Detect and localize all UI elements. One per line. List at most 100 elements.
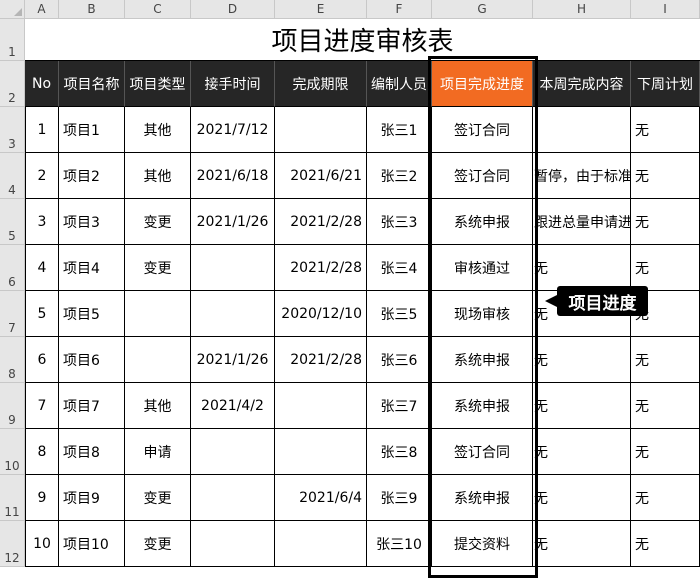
table-cell-no[interactable]: 4	[25, 245, 59, 291]
table-cell-staff[interactable]: 张三10	[367, 521, 432, 567]
table-cell-week[interactable]: 暂停，由于标准	[533, 153, 631, 199]
table-cell-next[interactable]: 无	[631, 383, 700, 429]
table-cell-staff[interactable]: 张三1	[367, 107, 432, 153]
table-cell-type[interactable]: 变更	[125, 521, 191, 567]
column-header-f[interactable]: F	[367, 0, 432, 19]
table-cell-start[interactable]	[191, 521, 275, 567]
table-cell-name[interactable]: 项目1	[59, 107, 125, 153]
table-cell-type[interactable]	[125, 337, 191, 383]
table-cell-type[interactable]: 其他	[125, 383, 191, 429]
table-cell-type[interactable]: 其他	[125, 107, 191, 153]
table-cell-start[interactable]: 2021/4/2	[191, 383, 275, 429]
row-header-10[interactable]: 10	[0, 429, 25, 475]
row-header-8[interactable]: 8	[0, 337, 25, 383]
table-cell-name[interactable]: 项目4	[59, 245, 125, 291]
table-cell-start[interactable]	[191, 429, 275, 475]
table-cell-no[interactable]: 10	[25, 521, 59, 567]
column-header-i[interactable]: I	[631, 0, 700, 19]
table-cell-staff[interactable]: 张三9	[367, 475, 432, 521]
table-cell-progress[interactable]: 签订合同	[432, 153, 533, 199]
table-cell-progress[interactable]: 系统申报	[432, 337, 533, 383]
table-cell-start[interactable]: 2021/1/26	[191, 199, 275, 245]
column-header-d[interactable]: D	[191, 0, 275, 19]
table-cell-progress[interactable]: 签订合同	[432, 429, 533, 475]
table-cell-no[interactable]: 8	[25, 429, 59, 475]
table-cell-start[interactable]	[191, 475, 275, 521]
table-cell-name[interactable]: 项目8	[59, 429, 125, 475]
table-cell-week[interactable]: 无	[533, 521, 631, 567]
table-header-cell[interactable]: 项目名称	[59, 61, 125, 107]
table-cell-no[interactable]: 6	[25, 337, 59, 383]
row-header-12[interactable]: 12	[0, 521, 25, 567]
table-cell-progress[interactable]: 签订合同	[432, 107, 533, 153]
table-cell-week[interactable]: 跟进总量申请进	[533, 199, 631, 245]
table-cell-staff[interactable]: 张三2	[367, 153, 432, 199]
table-header-cell[interactable]: 完成期限	[275, 61, 367, 107]
table-cell-deadline[interactable]: 2021/2/28	[275, 337, 367, 383]
table-cell-week[interactable]: 无	[533, 475, 631, 521]
row-header-4[interactable]: 4	[0, 153, 25, 199]
row-header-9[interactable]: 9	[0, 383, 25, 429]
column-header-e[interactable]: E	[275, 0, 367, 19]
row-header-2[interactable]: 2	[0, 61, 25, 107]
column-header-c[interactable]: C	[125, 0, 191, 19]
column-header-h[interactable]: H	[533, 0, 631, 19]
table-cell-start[interactable]: 2021/7/12	[191, 107, 275, 153]
row-header-11[interactable]: 11	[0, 475, 25, 521]
table-cell-name[interactable]: 项目7	[59, 383, 125, 429]
table-cell-type[interactable]: 变更	[125, 475, 191, 521]
table-cell-next[interactable]: 无	[631, 475, 700, 521]
row-header-7[interactable]: 7	[0, 291, 25, 337]
table-cell-week[interactable]: 无	[533, 337, 631, 383]
table-cell-progress[interactable]: 现场审核	[432, 291, 533, 337]
table-cell-progress[interactable]: 审核通过	[432, 245, 533, 291]
row-header-1[interactable]: 1	[0, 19, 25, 61]
table-cell-type[interactable]: 其他	[125, 153, 191, 199]
table-cell-start[interactable]: 2021/6/18	[191, 153, 275, 199]
table-cell-staff[interactable]: 张三3	[367, 199, 432, 245]
table-cell-no[interactable]: 2	[25, 153, 59, 199]
table-cell-deadline[interactable]: 2020/12/10	[275, 291, 367, 337]
table-cell-type[interactable]: 变更	[125, 245, 191, 291]
table-cell-start[interactable]	[191, 245, 275, 291]
table-cell-name[interactable]: 项目3	[59, 199, 125, 245]
table-cell-progress[interactable]: 系统申报	[432, 383, 533, 429]
row-header-3[interactable]: 3	[0, 107, 25, 153]
table-cell-no[interactable]: 3	[25, 199, 59, 245]
table-cell-deadline[interactable]	[275, 107, 367, 153]
table-header-cell[interactable]: 项目类型	[125, 61, 191, 107]
table-cell-deadline[interactable]: 2021/6/21	[275, 153, 367, 199]
table-cell-type[interactable]: 变更	[125, 199, 191, 245]
column-header-b[interactable]: B	[59, 0, 125, 19]
table-cell-no[interactable]: 9	[25, 475, 59, 521]
table-header-cell[interactable]: 项目完成进度	[432, 61, 533, 107]
table-cell-next[interactable]: 无	[631, 153, 700, 199]
table-cell-week[interactable]: 无	[533, 429, 631, 475]
table-cell-staff[interactable]: 张三7	[367, 383, 432, 429]
table-cell-progress[interactable]: 系统申报	[432, 199, 533, 245]
table-cell-deadline[interactable]	[275, 521, 367, 567]
table-cell-progress[interactable]: 提交资料	[432, 521, 533, 567]
table-cell-name[interactable]: 项目10	[59, 521, 125, 567]
table-cell-start[interactable]: 2021/1/26	[191, 337, 275, 383]
table-header-cell[interactable]: No	[25, 61, 59, 107]
column-header-a[interactable]: A	[25, 0, 59, 19]
table-cell-name[interactable]: 项目9	[59, 475, 125, 521]
table-header-cell[interactable]: 本周完成内容	[533, 61, 631, 107]
table-cell-no[interactable]: 5	[25, 291, 59, 337]
table-cell-week[interactable]: 无	[533, 245, 631, 291]
table-cell-next[interactable]: 无	[631, 521, 700, 567]
table-cell-next[interactable]: 无	[631, 337, 700, 383]
table-cell-week[interactable]	[533, 107, 631, 153]
table-cell-next[interactable]: 无	[631, 199, 700, 245]
table-cell-name[interactable]: 项目2	[59, 153, 125, 199]
table-cell-progress[interactable]: 系统申报	[432, 475, 533, 521]
row-header-5[interactable]: 5	[0, 199, 25, 245]
table-cell-next[interactable]: 无	[631, 107, 700, 153]
table-cell-no[interactable]: 7	[25, 383, 59, 429]
table-cell-type[interactable]	[125, 291, 191, 337]
table-cell-week[interactable]: 无	[533, 383, 631, 429]
sheet-title[interactable]: 项目进度审核表	[25, 19, 700, 61]
table-cell-staff[interactable]: 张三8	[367, 429, 432, 475]
table-cell-staff[interactable]: 张三6	[367, 337, 432, 383]
